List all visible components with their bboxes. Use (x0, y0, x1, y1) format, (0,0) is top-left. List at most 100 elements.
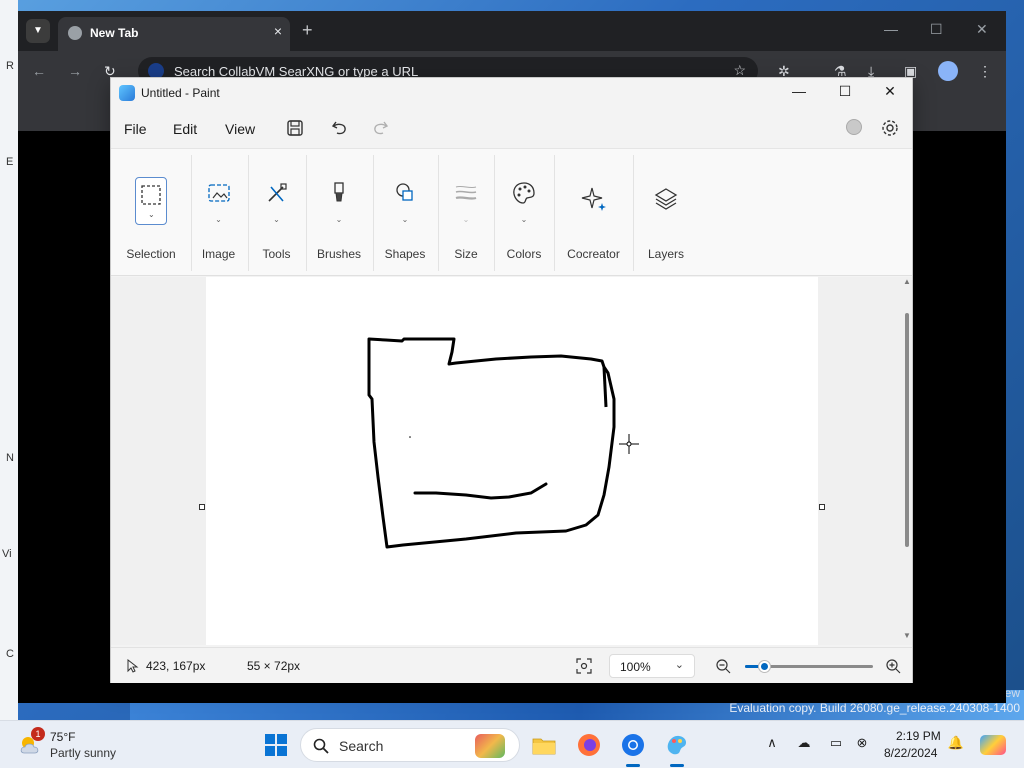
browser-tab-strip: ▼ New Tab × + — ☐ ✕ (18, 11, 1006, 51)
clock-date[interactable]: 8/22/2024 (884, 746, 937, 760)
ribbon-label: Colors (506, 247, 542, 261)
edge-letter: N (6, 452, 14, 464)
ribbon-label: Selection (126, 247, 176, 261)
gear-icon[interactable] (880, 118, 900, 138)
canvas-resize-handle-left[interactable] (199, 504, 205, 510)
scroll-up-icon[interactable]: ▲ (903, 277, 911, 286)
firefox-icon[interactable] (575, 731, 603, 759)
paint-close-button[interactable]: ✕ (877, 83, 903, 103)
menu-file[interactable]: File (124, 121, 147, 137)
menu-view[interactable]: View (225, 121, 255, 137)
desktop-edge-window: R E N Vi C (0, 0, 18, 720)
selection-size: 55 × 72px (247, 659, 301, 673)
cloud-offline-icon[interactable]: ☁ (794, 735, 814, 755)
redo-icon[interactable] (370, 118, 390, 138)
scroll-down-icon[interactable]: ▼ (903, 631, 911, 640)
browser-maximize-button[interactable]: ☐ (930, 21, 943, 38)
account-avatar[interactable] (846, 119, 862, 135)
canvas-resize-handle-right[interactable] (819, 504, 825, 510)
menu-edit[interactable]: Edit (173, 121, 197, 137)
chevron-down-icon: ⌄ (462, 215, 470, 224)
image-icon (207, 184, 230, 202)
zoom-dropdown[interactable]: 100% ⌄ (609, 654, 695, 678)
ribbon-label: Tools (262, 247, 291, 261)
notification-bell-icon[interactable]: 🔔 (946, 735, 966, 755)
scrollbar-thumb[interactable] (905, 313, 909, 547)
evaluation-watermark: Evaluation copy. Build 26080.ge_release.… (729, 701, 1020, 715)
chrome-icon[interactable] (619, 731, 647, 759)
network-icon[interactable]: ⊗ (852, 735, 872, 755)
shapes-icon (396, 183, 413, 201)
paint-active-indicator (670, 764, 684, 767)
ribbon-tools[interactable]: ⌄ Tools (248, 149, 305, 277)
fit-to-window-icon[interactable] (576, 658, 592, 674)
taskbar-search-box[interactable]: Search (300, 728, 520, 762)
browser-minimize-button[interactable]: — (884, 21, 898, 37)
file-explorer-icon[interactable] (530, 731, 558, 759)
paint-menubar: File Edit View (111, 110, 912, 146)
freehand-drawing (367, 337, 616, 549)
brush-icon (334, 182, 344, 202)
paint-taskbar-icon[interactable] (663, 731, 691, 759)
ribbon-colors[interactable]: ⌄ Colors (494, 149, 554, 277)
edge-letter: Vi (2, 548, 12, 560)
paint-window: Untitled - Paint — ☐ ✕ File Edit View ⌄ … (110, 77, 913, 683)
tab-close-icon[interactable]: × (274, 23, 282, 39)
chevron-down-icon: ⌄ (335, 215, 343, 224)
ribbon-layers[interactable]: Layers (633, 149, 699, 277)
ribbon-cocreator[interactable]: Cocreator (554, 149, 633, 277)
chevron-down-icon: ⌄ (674, 659, 684, 671)
display-icon[interactable]: ▭ (826, 735, 846, 755)
more-menu-icon[interactable]: ⋮ (978, 63, 992, 80)
drawing-canvas[interactable] (206, 277, 818, 645)
show-hidden-icons-chevron-icon[interactable]: ∧ (762, 735, 782, 755)
ribbon-label: Shapes (384, 247, 426, 261)
pointer-icon (127, 659, 139, 673)
selection-active-box: ⌄ (135, 177, 167, 225)
zoom-out-icon[interactable] (715, 658, 731, 674)
edge-letter: E (6, 156, 14, 168)
undo-icon[interactable] (330, 118, 350, 138)
weather-widget[interactable]: 1 75°F Partly sunny (18, 727, 128, 763)
crosshair-cursor-icon (619, 434, 639, 454)
tools-icon (267, 183, 287, 202)
ribbon-label: Size (454, 247, 478, 261)
watermark-fragment: ew (1004, 686, 1020, 700)
forward-button[interactable]: → (68, 63, 82, 79)
paint-window-title: Untitled - Paint (141, 86, 220, 100)
ribbon-image[interactable]: ⌄ Image (191, 149, 246, 277)
palette-icon (513, 182, 535, 204)
layers-icon (654, 188, 678, 210)
new-tab-button[interactable]: + (302, 20, 313, 41)
canvas-workspace: ▲ ▼ (111, 277, 912, 645)
ribbon-brushes[interactable]: ⌄ Brushes (306, 149, 372, 277)
zoom-slider[interactable] (745, 661, 873, 672)
ribbon-selection[interactable]: ⌄ Selection (111, 149, 191, 277)
vertical-scrollbar[interactable]: ▲ ▼ (902, 277, 912, 645)
paint-minimize-button[interactable]: — (786, 83, 812, 103)
ribbon-shapes[interactable]: ⌄ Shapes (373, 149, 437, 277)
back-button[interactable]: ← (32, 63, 46, 79)
tab-search-button[interactable]: ▼ (26, 19, 50, 43)
ribbon-size[interactable]: ⌄ Size (438, 149, 494, 277)
chevron-down-icon: ⌄ (520, 215, 528, 224)
zoom-slider-knob[interactable] (759, 661, 771, 672)
browser-close-button[interactable]: ✕ (976, 21, 988, 38)
paint-statusbar: 423, 167px 55 × 72px 100% ⌄ (111, 647, 912, 683)
taskbar: 1 75°F Partly sunny Search ∧ ☁ ▭ ⊗ 2:19 … (0, 720, 1024, 768)
cursor-position: 423, 167px (146, 659, 206, 673)
chevron-down-icon: ⌄ (401, 215, 409, 224)
clock-time[interactable]: 2:19 PM (896, 729, 941, 743)
paint-maximize-button[interactable]: ☐ (832, 83, 858, 103)
zoom-in-icon[interactable] (885, 658, 901, 674)
chevron-down-icon: ⌄ (148, 210, 155, 219)
save-icon[interactable] (285, 118, 305, 138)
paint-titlebar[interactable]: Untitled - Paint — ☐ ✕ (111, 78, 912, 108)
tab-new-tab[interactable]: New Tab × (58, 17, 290, 51)
weather-temperature: 75°F (50, 730, 76, 744)
zoom-value: 100% (620, 660, 651, 674)
copilot-icon[interactable] (980, 735, 1006, 755)
ribbon-label: Cocreator (567, 247, 620, 261)
start-windows-icon[interactable] (262, 731, 290, 759)
profile-avatar[interactable] (938, 61, 958, 81)
